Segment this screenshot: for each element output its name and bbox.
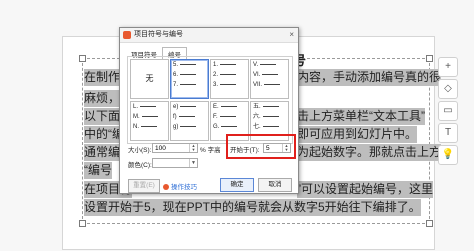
style-item: 7.: [171, 80, 208, 90]
dialog-title: 项目符号与编号: [134, 31, 183, 38]
style-item: 6.: [171, 70, 208, 80]
text-line: ”可以设置起始编号，这里: [297, 181, 433, 198]
tips-icon: [163, 184, 169, 191]
text-line: 击上方菜单栏“文本工具”: [297, 108, 425, 125]
style-option[interactable]: e) f) g): [170, 101, 209, 141]
style-option[interactable]: V. VI. VII.: [250, 59, 289, 99]
style-item: 3.: [211, 80, 248, 90]
text-line: 为起始数字。那就点击上方: [297, 144, 442, 161]
tips-label: 操作技巧: [171, 184, 197, 191]
size-value: 100: [155, 145, 166, 152]
style-item: 五.: [251, 102, 288, 112]
style-option[interactable]: 5. 6. 7.: [170, 59, 209, 99]
text-line: 设置开始于5，现在PPT中的编号就会从数字5开始往下编排了。: [84, 199, 421, 216]
style-none-label: 无: [145, 74, 154, 83]
close-icon[interactable]: ×: [289, 28, 294, 42]
style-item: VII.: [251, 80, 288, 90]
shape-icon[interactable]: ◇: [438, 79, 458, 99]
style-item: L.: [131, 102, 168, 112]
style-option[interactable]: L. M. N.: [130, 101, 169, 141]
dialog-tabs: 项目符号 编号: [126, 44, 187, 60]
ok-button[interactable]: 确定: [220, 178, 254, 192]
resize-handle[interactable]: [79, 220, 86, 227]
style-item: F.: [211, 112, 248, 122]
style-item: 七.: [251, 122, 288, 132]
numbering-style-grid: 无 5. 6. 7. 1. 2. 3. V. VI. VII. L. M. N.…: [127, 56, 293, 144]
style-item: G.: [211, 122, 248, 132]
style-option[interactable]: 1. 2. 3.: [210, 59, 249, 99]
color-label: 颜色(C):: [128, 162, 152, 169]
bullets-numbering-dialog: 项目符号与编号 × 项目符号 编号 无 5. 6. 7. 1. 2. 3. V. …: [119, 27, 299, 194]
style-item: N.: [131, 122, 168, 132]
resize-handle[interactable]: [426, 55, 433, 62]
style-item: 2.: [211, 70, 248, 80]
style-item: E.: [211, 102, 248, 112]
size-unit: % 字高: [200, 147, 221, 154]
style-none[interactable]: 无: [130, 59, 169, 99]
size-input[interactable]: 100 ▲ ▼: [152, 143, 198, 153]
app-icon: [123, 31, 131, 39]
style-item: M.: [131, 112, 168, 122]
size-label: 大小(S):: [128, 147, 152, 154]
cancel-button[interactable]: 取消: [258, 178, 292, 192]
text-line: 内容，手动添加编号真的很: [297, 69, 442, 86]
frame-icon[interactable]: ▭: [438, 101, 458, 121]
style-item: 六.: [251, 112, 288, 122]
style-item: g): [171, 122, 208, 132]
style-item: 5.: [171, 60, 208, 70]
side-toolbar: + ◇ ▭ T 💡: [438, 57, 458, 167]
tips-link[interactable]: 操作技巧: [163, 181, 197, 191]
highlight-annotation: [226, 134, 296, 159]
add-icon[interactable]: +: [438, 57, 458, 77]
text-line: “编号: [84, 162, 112, 179]
style-item: 1.: [211, 60, 248, 70]
resize-handle[interactable]: [426, 220, 433, 227]
spinner-icon[interactable]: ▲ ▼: [189, 144, 197, 152]
style-item: VI.: [251, 70, 288, 80]
text-line: 中的“编: [84, 126, 124, 143]
lightbulb-icon[interactable]: 💡: [438, 145, 458, 165]
chevron-down-icon[interactable]: ▼: [189, 159, 197, 167]
text-icon[interactable]: T: [438, 123, 458, 143]
style-item: e): [171, 102, 208, 112]
style-item: f): [171, 112, 208, 122]
resize-handle[interactable]: [79, 55, 86, 62]
color-select[interactable]: ▼: [152, 158, 198, 168]
reset-button[interactable]: 重置(E): [128, 179, 160, 193]
dialog-title-bar: 项目符号与编号 ×: [120, 28, 298, 43]
text-line: 即可应用到幻灯片中。: [297, 126, 418, 143]
style-item: V.: [251, 60, 288, 70]
